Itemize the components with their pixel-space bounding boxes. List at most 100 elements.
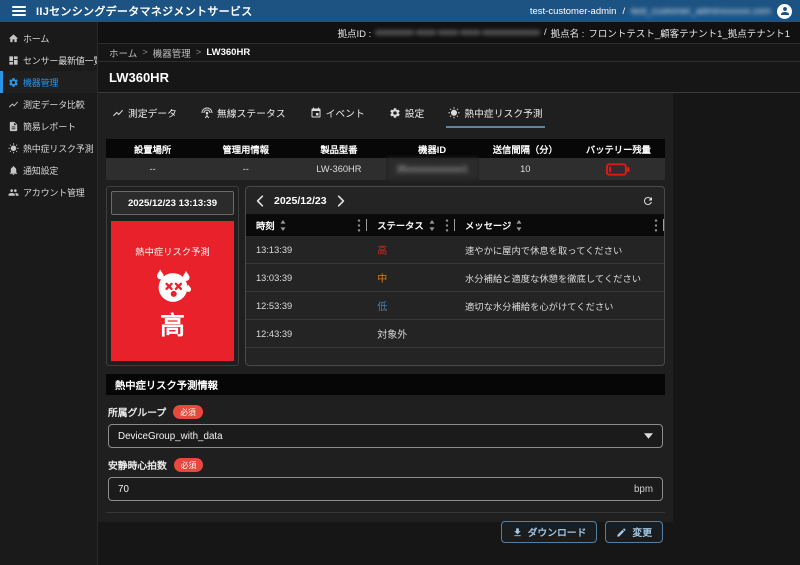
row-message: 適切な水分補給を心がけてください: [455, 299, 664, 313]
column-menu-icon[interactable]: [654, 219, 658, 232]
top-app-bar: IIJセンシングデータマネジメントサービス test-customer-admi…: [0, 0, 800, 22]
title-row: LW360HR: [98, 62, 800, 93]
download-button[interactable]: ダウンロード: [501, 521, 598, 543]
col-header-admin-info: 管理用情報: [199, 139, 292, 158]
col-header-battery: バッテリー残量: [572, 139, 665, 158]
row-status: 中: [367, 270, 455, 285]
heart-rate-value: 70: [118, 484, 129, 495]
download-icon: [512, 527, 523, 538]
sidebar-item-simple-report[interactable]: 簡易レポート: [0, 115, 97, 137]
bell-icon: [8, 165, 19, 176]
col-header-message[interactable]: メッセージ: [465, 218, 511, 232]
current-risk-card: 2025/12/23 13:13:39 熱中症リスク予測 高: [106, 186, 239, 366]
risk-level-card: 熱中症リスク予測 高: [111, 221, 234, 361]
breadcrumb: ホーム > 機器管理 > LW360HR: [98, 44, 800, 62]
device-id-redacted: 35xxxxxxxxxxxx1: [386, 158, 479, 180]
sort-icon[interactable]: [515, 220, 523, 231]
column-divider: [663, 219, 664, 231]
refresh-icon[interactable]: [642, 195, 654, 207]
col-header-model: 製品型番: [292, 139, 385, 158]
risk-card-title: 熱中症リスク予測: [135, 244, 209, 258]
hamburger-menu-icon[interactable]: [12, 6, 26, 16]
sidebar-item-label: センサー最新値一覧: [23, 54, 97, 67]
sidebar-item-label: 熱中症リスク予測: [23, 142, 93, 155]
antenna-icon: [201, 107, 213, 119]
site-id-redacted: xxxxxxxx-xxxx-xxxx-xxxx-xxxxxxxxxxxx: [375, 27, 540, 38]
row-status: 対象外: [367, 326, 455, 341]
heart-rate-unit: bpm: [634, 484, 653, 495]
pencil-icon: [616, 527, 627, 538]
heatstroke-face-icon: [150, 263, 196, 309]
row-status: 低: [367, 298, 455, 313]
change-button-label: 変更: [632, 525, 652, 539]
risk-history-card: 2025/12/23 時刻 ステータス: [245, 186, 665, 366]
sidebar-item-sensor-list[interactable]: センサー最新値一覧: [0, 49, 97, 71]
sidebar-item-label: 通知設定: [23, 164, 58, 177]
heat-icon: [8, 143, 19, 154]
table-row: 13:13:39 高 速やかに屋内で休息を取ってください: [246, 236, 664, 264]
sidebar-item-label: アカウント管理: [23, 186, 85, 199]
col-header-time[interactable]: 時刻: [256, 218, 275, 232]
row-message: 速やかに屋内で休息を取ってください: [455, 243, 664, 257]
home-icon: [8, 33, 19, 44]
tab-label: 熱中症リスク予測: [464, 106, 542, 120]
risk-message-table: 時刻 ステータス メッセージ: [246, 214, 664, 365]
tab-label: イベント: [326, 106, 365, 120]
breadcrumb-device-management[interactable]: 機器管理: [153, 46, 191, 60]
person-icon: [779, 5, 791, 17]
tab-measurement-data[interactable]: 測定データ: [112, 93, 177, 133]
breadcrumb-current: LW360HR: [206, 47, 250, 58]
change-button[interactable]: 変更: [605, 521, 663, 543]
row-message: 水分補給と適度な休憩を徹底してください: [455, 271, 664, 285]
column-menu-icon[interactable]: [445, 219, 449, 232]
heat-icon: [448, 107, 460, 119]
table-row: 12:53:39 低 適切な水分補給を心がけてください: [246, 292, 664, 320]
device-admin-info: --: [199, 158, 292, 180]
resting-heart-rate-input[interactable]: 70 bpm: [108, 477, 663, 501]
tab-event[interactable]: イベント: [310, 93, 365, 133]
sidebar-item-account-management[interactable]: アカウント管理: [0, 181, 97, 203]
breadcrumb-separator: >: [142, 47, 148, 58]
sidebar-item-data-compare[interactable]: 測定データ比較: [0, 93, 97, 115]
risk-timestamp: 2025/12/23 13:13:39: [111, 191, 234, 215]
col-header-location: 設置場所: [106, 139, 199, 158]
sidebar-item-label: 簡易レポート: [23, 120, 76, 133]
sidebar-item-home[interactable]: ホーム: [0, 27, 97, 49]
device-info-row: -- -- LW-360HR 35xxxxxxxxxxxx1 10: [106, 158, 665, 180]
group-select[interactable]: DeviceGroup_with_data: [108, 424, 663, 448]
chart-icon: [8, 99, 19, 110]
row-status: 高: [367, 242, 455, 257]
sort-icon[interactable]: [428, 220, 436, 231]
col-header-status[interactable]: ステータス: [377, 218, 424, 232]
form-divider: [106, 512, 665, 513]
site-info-bar: 拠点ID : xxxxxxxx-xxxx-xxxx-xxxx-xxxxxxxxx…: [98, 22, 800, 44]
tab-heatstroke-risk[interactable]: 熱中症リスク予測: [448, 93, 542, 133]
logged-in-user: test-customer-admin: [530, 6, 617, 17]
tab-label: 測定データ: [128, 106, 177, 120]
tab-settings[interactable]: 設定: [389, 93, 425, 133]
breadcrumb-home[interactable]: ホーム: [109, 46, 137, 60]
sort-icon[interactable]: [279, 220, 287, 231]
sidebar-item-heatstroke-risk[interactable]: 熱中症リスク予測: [0, 137, 97, 159]
user-avatar[interactable]: [777, 4, 792, 19]
sidebar-item-label: 機器管理: [23, 76, 58, 89]
next-day-icon[interactable]: [337, 195, 345, 207]
chart-icon: [112, 107, 124, 119]
gear-icon: [389, 107, 401, 119]
gear-icon: [8, 77, 19, 88]
tab-label: 無線ステータス: [217, 106, 286, 120]
prev-day-icon[interactable]: [256, 195, 264, 207]
col-header-device-id: 機器ID: [386, 139, 479, 158]
risk-info-form: 所属グループ 必須 DeviceGroup_with_data 安静時心拍数 必…: [98, 395, 673, 501]
sidebar-item-device-management[interactable]: 機器管理: [0, 71, 97, 93]
group-field-label: 所属グループ: [108, 405, 166, 419]
heart-rate-field-label: 安静時心拍数: [108, 458, 167, 472]
calendar-icon: [310, 107, 322, 119]
sidebar-item-notification-settings[interactable]: 通知設定: [0, 159, 97, 181]
people-icon: [8, 187, 19, 198]
sidebar-item-label: 測定データ比較: [23, 98, 85, 111]
device-location: --: [106, 158, 199, 180]
site-separator: /: [544, 27, 547, 38]
tab-wireless-status[interactable]: 無線ステータス: [201, 93, 286, 133]
column-menu-icon[interactable]: [357, 219, 361, 232]
